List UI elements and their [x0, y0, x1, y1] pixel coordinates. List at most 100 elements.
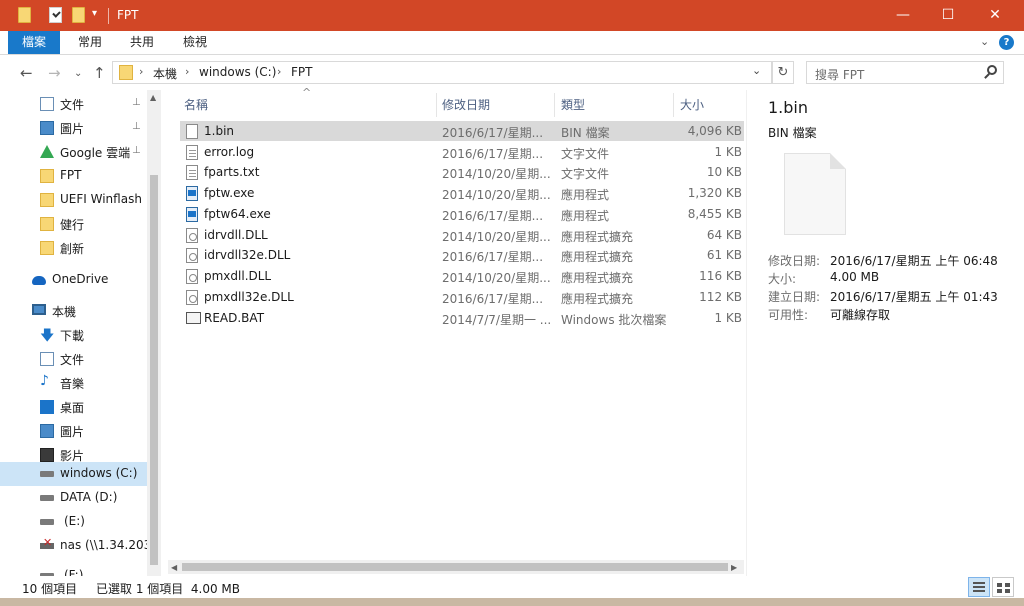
file-size: 1 KB — [714, 145, 742, 159]
sidebar-item-chuangxin[interactable]: 創新 — [0, 236, 147, 260]
column-divider[interactable] — [673, 93, 674, 117]
column-divider[interactable] — [436, 93, 437, 117]
sidebar-scrollbar[interactable]: ▲ — [147, 90, 161, 576]
tab-view[interactable]: 檢視 — [171, 31, 219, 54]
help-icon[interactable]: ? — [999, 35, 1014, 50]
file-row[interactable]: pmxdll.DLL 2014/10/20/星期... 應用程式擴充 116 K… — [180, 266, 744, 286]
sidebar-item-this-pc[interactable]: 本機 — [0, 299, 147, 323]
column-header-size[interactable]: 大小 — [680, 96, 704, 120]
tab-file[interactable]: 檔案 — [8, 31, 61, 54]
sidebar-item-label: (F:) — [64, 568, 84, 576]
file-row[interactable]: fptw64.exe 2016/6/17/星期... 應用程式 8,455 KB — [180, 204, 744, 224]
sidebar-item-nas[interactable]: ✕ nas (\\1.34.203. — [0, 534, 147, 558]
back-button[interactable]: ← — [20, 64, 33, 82]
new-folder-icon[interactable] — [72, 7, 85, 23]
file-size: 1,320 KB — [687, 186, 742, 200]
scroll-up-icon[interactable]: ▲ — [150, 93, 156, 102]
recent-locations-button[interactable]: ⌄ — [74, 68, 82, 79]
file-name: 1.bin — [204, 124, 235, 138]
file-row[interactable]: idrvdll32e.DLL 2016/6/17/星期... 應用程式擴充 61… — [180, 245, 744, 265]
sidebar-item-label: Google 雲端 — [60, 146, 131, 160]
sidebar-item-drive-c[interactable]: windows (C:) — [0, 462, 147, 486]
file-date: 2016/6/17/星期... — [442, 209, 544, 223]
customize-toolbar-icon[interactable]: ▾ — [92, 8, 97, 19]
sidebar-item-downloads[interactable]: 🡇 下載 — [0, 323, 147, 347]
file-preview-icon — [784, 153, 846, 235]
scroll-left-icon[interactable]: ◀ — [171, 563, 177, 572]
address-dropdown-icon[interactable]: ⌄ — [752, 64, 761, 77]
navigation-pane[interactable]: 文件 ⊥ 圖片 ⊥ Google 雲端 ⊥ FPT UEFI Winflash … — [0, 90, 147, 576]
column-header-name[interactable]: 名稱 — [184, 96, 208, 120]
column-divider[interactable] — [554, 93, 555, 117]
up-button[interactable]: ↑ — [93, 64, 106, 82]
minimize-button[interactable]: — — [880, 0, 926, 31]
file-type: 文字文件 — [561, 147, 610, 161]
column-header-type[interactable]: 類型 — [561, 96, 585, 120]
maximize-button[interactable]: ☐ — [925, 0, 971, 31]
scrollbar-thumb[interactable] — [182, 563, 728, 571]
pin-icon[interactable]: ⊥ — [132, 121, 141, 132]
pin-icon[interactable]: ⊥ — [132, 145, 141, 156]
expand-ribbon-icon[interactable]: ⌄ — [980, 35, 989, 48]
breadcrumb-this-pc[interactable]: 本機 — [153, 65, 177, 82]
sidebar-item-label: DATA (D:) — [60, 490, 118, 504]
close-button[interactable]: ✕ — [972, 0, 1018, 31]
sidebar-item-drive-f[interactable]: (F:) — [0, 564, 147, 576]
sidebar-item-documents-quick[interactable]: 文件 ⊥ — [0, 92, 147, 116]
large-icons-view-button[interactable] — [992, 577, 1014, 597]
sidebar-item-documents[interactable]: 文件 — [0, 347, 147, 371]
sidebar-item-drive-e[interactable]: (E:) — [0, 510, 147, 534]
file-date: 2014/10/20/星期... — [442, 188, 550, 202]
chevron-right-icon[interactable]: › — [139, 65, 143, 78]
sidebar-item-drive-d[interactable]: DATA (D:) — [0, 486, 147, 510]
tab-share[interactable]: 共用 — [118, 31, 166, 54]
breadcrumb-drive-c[interactable]: windows (C:) — [199, 65, 276, 79]
sidebar-item-label: 圖片 — [60, 122, 85, 136]
sidebar-item-music[interactable]: ♪ 音樂 — [0, 371, 147, 395]
tab-home[interactable]: 常用 — [66, 31, 114, 54]
sidebar-item-pictures[interactable]: 圖片 — [0, 419, 147, 443]
chevron-right-icon[interactable]: › — [185, 65, 189, 78]
item-count: 10 個項目 — [22, 582, 78, 596]
details-view-button[interactable] — [968, 577, 990, 597]
file-row[interactable]: READ.BAT 2014/7/7/星期一 ... Windows 批次檔案 1… — [180, 308, 744, 328]
sidebar-item-google-drive[interactable]: Google 雲端 ⊥ — [0, 140, 147, 164]
sidebar-item-label: 圖片 — [60, 425, 85, 439]
address-bar[interactable]: › 本機 › windows (C:) › FPT — [112, 61, 772, 84]
sidebar-item-jianxing[interactable]: 健行 — [0, 212, 147, 236]
refresh-button[interactable]: ↻ — [772, 61, 794, 84]
folder-icon[interactable] — [18, 7, 31, 23]
file-row[interactable]: 1.bin 2016/6/17/星期... BIN 檔案 4,096 KB — [180, 121, 744, 141]
file-row[interactable]: idrvdll.DLL 2014/10/20/星期... 應用程式擴充 64 K… — [180, 225, 744, 245]
scroll-right-icon[interactable]: ▶ — [731, 563, 737, 572]
dll-file-icon — [186, 290, 198, 305]
sidebar-item-uefi-winflash[interactable]: UEFI Winflash — [0, 188, 147, 212]
sidebar-item-onedrive[interactable]: OneDrive — [0, 268, 147, 292]
text-file-icon — [186, 165, 198, 180]
scrollbar-thumb[interactable] — [150, 175, 158, 565]
details-value-modified: 2016/6/17/星期五 上午 06:48 — [830, 254, 998, 268]
file-size: 8,455 KB — [687, 207, 742, 221]
search-placeholder: 搜尋 FPT — [815, 68, 865, 82]
file-row[interactable]: pmxdll32e.DLL 2016/6/17/星期... 應用程式擴充 112… — [180, 287, 744, 307]
sidebar-item-label: OneDrive — [52, 272, 109, 286]
file-row[interactable]: fptw.exe 2014/10/20/星期... 應用程式 1,320 KB — [180, 183, 744, 203]
sidebar-item-pictures-quick[interactable]: 圖片 ⊥ — [0, 116, 147, 140]
file-row[interactable]: error.log 2016/6/17/星期... 文字文件 1 KB — [180, 142, 744, 162]
chevron-right-icon[interactable]: › — [277, 65, 281, 78]
sidebar-item-desktop[interactable]: 桌面 — [0, 395, 147, 419]
search-input[interactable]: 搜尋 FPT — [806, 61, 1004, 84]
properties-icon[interactable] — [49, 7, 62, 23]
horizontal-scrollbar[interactable]: ◀ ▶ — [168, 560, 744, 574]
file-type: 應用程式 — [561, 209, 610, 223]
sidebar-item-fpt[interactable]: FPT — [0, 164, 147, 188]
title-bar: ▾ FPT — ☐ ✕ — [0, 0, 1024, 31]
folder-icon — [40, 193, 54, 207]
pin-icon[interactable]: ⊥ — [132, 97, 141, 108]
forward-button[interactable]: → — [48, 64, 61, 82]
file-row[interactable]: fparts.txt 2014/10/20/星期... 文字文件 10 KB — [180, 162, 744, 182]
breadcrumb-fpt[interactable]: FPT — [291, 65, 312, 79]
file-date: 2014/10/20/星期... — [442, 230, 550, 244]
column-header-date[interactable]: 修改日期 — [442, 96, 490, 120]
sidebar-item-label: 文件 — [60, 353, 85, 367]
